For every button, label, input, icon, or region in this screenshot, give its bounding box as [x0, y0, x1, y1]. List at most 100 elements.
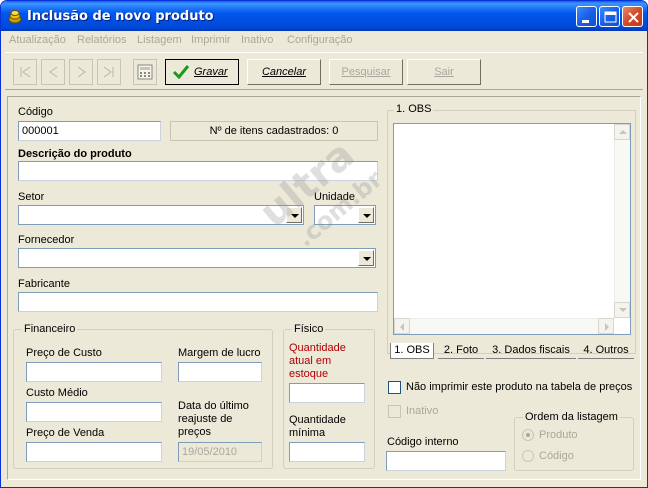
- tab-outros-label: 4. Outros: [583, 344, 629, 356]
- items-count-display: Nº de itens cadastrados: 0: [170, 121, 378, 141]
- ordem-produto-label: Produto: [539, 429, 578, 441]
- tab-foto[interactable]: 2. Foto: [438, 343, 484, 359]
- qtd-minima-label-1: Quantidade: [289, 414, 346, 426]
- calculator-button[interactable]: [133, 59, 157, 85]
- tab-obs[interactable]: 1. OBS: [390, 343, 434, 359]
- preco-custo-field[interactable]: [26, 362, 162, 382]
- fisico-title: Físico: [292, 323, 326, 335]
- save-label: Gravar: [194, 66, 228, 78]
- memo-horizontal-scrollbar[interactable]: [394, 318, 614, 334]
- custo-medio-field[interactable]: [26, 402, 162, 422]
- qtd-minima-field[interactable]: [289, 442, 365, 462]
- nao-imprimir-label: Não imprimir este produto na tabela de p…: [406, 381, 633, 393]
- preco-venda-field[interactable]: [26, 442, 162, 462]
- next-record-button[interactable]: [69, 59, 93, 85]
- menu-bar: Atualização Relatórios Listagem Imprimir…: [5, 32, 643, 50]
- ordem-listagem-group: Ordem da listagem: [514, 411, 634, 471]
- toolbar: Gravar Cancelar Pesquisar Sair: [5, 52, 643, 90]
- codigo-label: Código: [18, 106, 53, 118]
- preco-custo-label: Preço de Custo: [26, 347, 102, 359]
- preco-venda-label: Preço de Venda: [26, 427, 105, 439]
- setor-dropdown-icon[interactable]: [286, 207, 302, 223]
- fornecedor-select[interactable]: [18, 248, 376, 268]
- close-icon: [628, 12, 639, 23]
- data-reajuste-field: 19/05/2010: [178, 442, 262, 462]
- minimize-icon: [582, 20, 589, 23]
- exit-button[interactable]: Sair: [407, 59, 481, 85]
- qtd-minima-label-2: mínima: [289, 427, 326, 439]
- ordem-produto-radio[interactable]: [522, 429, 534, 441]
- unidade-select[interactable]: [314, 205, 376, 225]
- app-icon: [8, 10, 22, 24]
- descricao-field[interactable]: [18, 161, 378, 181]
- last-record-icon: [103, 66, 114, 78]
- previous-record-button[interactable]: [41, 59, 65, 85]
- obs-memo[interactable]: [393, 123, 631, 335]
- ordem-codigo-label: Código: [539, 450, 574, 462]
- app-window: Inclusão de novo produto Atualização Rel…: [0, 0, 648, 488]
- tab-obs-label: 1. OBS: [394, 344, 430, 356]
- nao-imprimir-checkbox[interactable]: [388, 381, 401, 394]
- codigo-field[interactable]: 000001: [18, 121, 161, 141]
- setor-select[interactable]: [18, 205, 304, 225]
- main-panel: Código 000001 Nº de itens cadastrados: 0…: [7, 96, 641, 480]
- save-button[interactable]: Gravar: [165, 59, 239, 85]
- search-button[interactable]: Pesquisar: [329, 59, 403, 85]
- descricao-label: Descrição do produto: [18, 148, 132, 160]
- menu-configuracao[interactable]: Configuração: [287, 34, 352, 46]
- tab-dados-fiscais[interactable]: 3. Dados fiscais: [486, 343, 576, 359]
- unidade-dropdown-icon[interactable]: [358, 207, 374, 223]
- maximize-icon: [604, 11, 617, 23]
- scroll-right-icon[interactable]: [598, 318, 614, 334]
- calculator-icon: [137, 64, 153, 80]
- ordem-listagem-title: Ordem da listagem: [523, 411, 620, 423]
- inativo-label: Inativo: [406, 405, 439, 417]
- setor-label: Setor: [18, 191, 45, 203]
- exit-label: Sair: [434, 66, 454, 78]
- tab-foto-label: 2. Foto: [443, 344, 479, 356]
- qtd-atual-field[interactable]: [289, 383, 365, 403]
- tab-dados-fiscais-label: 3. Dados fiscais: [492, 344, 570, 356]
- obs-title: 1. OBS: [394, 103, 434, 115]
- fornecedor-label: Fornecedor: [18, 234, 75, 246]
- qtd-atual-label-1: Quantidade: [289, 342, 346, 354]
- window-title: Inclusão de novo produto: [27, 9, 214, 24]
- menu-listagem[interactable]: Listagem: [137, 34, 182, 46]
- codigo-interno-label: Código interno: [387, 436, 459, 448]
- memo-vertical-scrollbar[interactable]: [614, 124, 630, 318]
- cancel-button[interactable]: Cancelar: [247, 59, 321, 85]
- menu-inativo[interactable]: Inativo: [241, 34, 273, 46]
- fabricante-label: Fabricante: [18, 278, 70, 290]
- first-record-icon: [20, 66, 31, 78]
- margem-lucro-label: Margem de lucro: [178, 347, 261, 359]
- minimize-button[interactable]: [576, 6, 597, 27]
- first-record-button[interactable]: [13, 59, 37, 85]
- scroll-left-icon[interactable]: [394, 318, 410, 334]
- fabricante-field[interactable]: [18, 292, 378, 312]
- scroll-down-icon[interactable]: [614, 302, 630, 318]
- menu-atualizacao[interactable]: Atualização: [9, 34, 66, 46]
- next-record-icon: [77, 66, 86, 78]
- search-label: Pesquisar: [341, 66, 391, 78]
- codigo-interno-field[interactable]: [386, 451, 506, 471]
- qtd-atual-label-2: atual em: [289, 355, 332, 367]
- ordem-codigo-radio[interactable]: [522, 450, 534, 462]
- maximize-button[interactable]: [599, 6, 620, 27]
- scroll-up-icon[interactable]: [614, 124, 630, 140]
- inativo-checkbox[interactable]: [388, 405, 401, 418]
- last-record-button[interactable]: [97, 59, 121, 85]
- checkmark-icon: [172, 65, 190, 80]
- menu-relatorios[interactable]: Relatórios: [77, 34, 127, 46]
- financeiro-title: Financeiro: [22, 323, 78, 335]
- title-bar[interactable]: Inclusão de novo produto: [1, 1, 647, 31]
- qtd-atual-label-3: estoque: [289, 368, 329, 380]
- fornecedor-dropdown-icon[interactable]: [358, 250, 374, 266]
- data-reajuste-label-2: reajuste de: [178, 413, 233, 425]
- close-button[interactable]: [622, 6, 643, 27]
- menu-imprimir[interactable]: Imprimir: [191, 34, 231, 46]
- margem-lucro-field[interactable]: [178, 362, 262, 382]
- cancel-label: Cancelar: [261, 66, 307, 78]
- unidade-label: Unidade: [314, 191, 355, 203]
- tab-outros[interactable]: 4. Outros: [578, 343, 634, 359]
- data-reajuste-label-1: Data do último: [178, 400, 249, 412]
